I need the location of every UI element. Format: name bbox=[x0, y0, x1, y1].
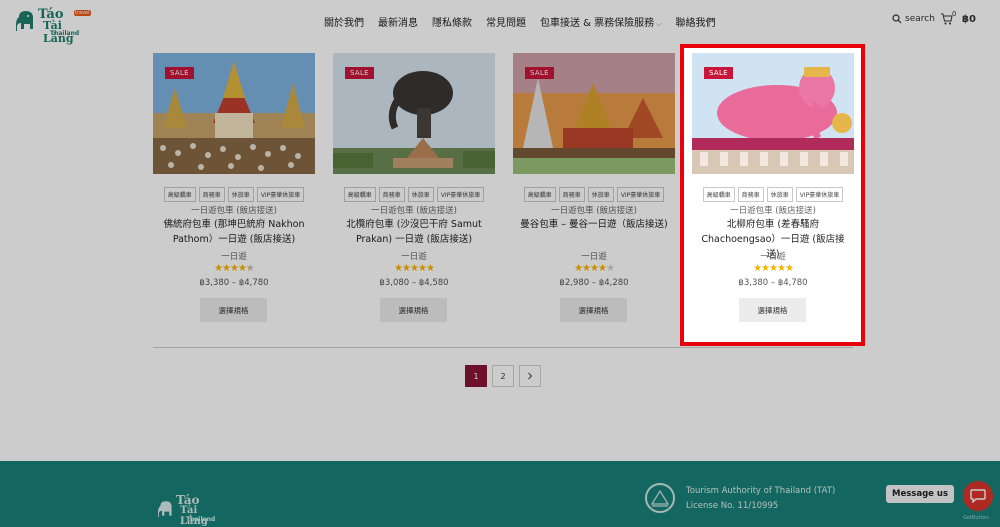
tag-vip-suv: VIP豪華休旅車 bbox=[256, 187, 305, 202]
chevron-right-icon bbox=[528, 372, 533, 380]
tat-license: License No. 11/10995 bbox=[686, 501, 779, 511]
product-category[interactable]: 一日遊包車 (飯店接送) bbox=[333, 204, 495, 216]
tat-seal-icon bbox=[645, 483, 675, 513]
search-label: search bbox=[905, 14, 935, 24]
search-button[interactable]: search bbox=[892, 14, 935, 24]
footer-logo[interactable]: Táo Tài Lắng Thailand bbox=[158, 493, 228, 527]
product-category[interactable]: 一日遊包車 (飯店接送) bbox=[692, 204, 854, 216]
chevron-down-icon: ⌵ bbox=[656, 20, 662, 28]
select-options-button[interactable]: 選擇規格 bbox=[200, 298, 267, 322]
tag-business-van: 商務車 bbox=[378, 187, 405, 202]
tag-business-van: 商務車 bbox=[558, 187, 585, 202]
chat-button[interactable] bbox=[963, 481, 993, 511]
nav-item-news[interactable]: 最新消息 bbox=[378, 14, 418, 29]
product-subtitle: 一日遊 bbox=[401, 252, 427, 262]
nav-item-privacy[interactable]: 隱私條款 bbox=[432, 14, 472, 29]
product-category[interactable]: 一日遊包車 (飯店接送) bbox=[513, 204, 675, 216]
product-title[interactable]: 北欖府包車 (沙沒巴干府 Samut Prakan) 一日遊 (飯店接送) bbox=[339, 217, 489, 247]
product-card[interactable]: SALE 高級轎車 商務車 休旅車 VIP豪華休旅車 一日遊包車 (飯店接送) … bbox=[513, 53, 675, 333]
product-category[interactable]: 一日遊包車 (飯店接送) bbox=[153, 204, 315, 216]
cart-amount: ฿0 bbox=[962, 14, 976, 25]
site-header: Táo travel Tài Lắng Thailand 關於我們 最新消息 隱… bbox=[0, 0, 1000, 45]
logo-text-line3: Thailand bbox=[50, 30, 80, 37]
rating-stars: ★★★★★ bbox=[394, 263, 435, 274]
elephant-logo-icon bbox=[158, 501, 172, 518]
page-1-button[interactable]: 1 bbox=[465, 365, 487, 387]
select-options-button[interactable]: 選擇規格 bbox=[380, 298, 447, 322]
sale-badge: SALE bbox=[345, 67, 374, 79]
tag-suv: 休旅車 bbox=[587, 187, 614, 202]
tag-suv: 休旅車 bbox=[766, 187, 793, 202]
product-subtitle: 一日遊 bbox=[581, 252, 607, 262]
product-image[interactable]: SALE bbox=[153, 53, 315, 174]
tag-vip-suv: VIP豪華休旅車 bbox=[436, 187, 485, 202]
main-nav: 關於我們 最新消息 隱私條款 常見問題 包車接送 & 票務保險服務 ⌵ 聯絡我們 bbox=[324, 14, 729, 29]
product-image[interactable]: SALE bbox=[333, 53, 495, 174]
product-tags: 高級轎車 商務車 休旅車 VIP豪華休旅車 bbox=[333, 187, 495, 202]
product-card-highlighted[interactable]: SALE 高級轎車 商務車 休旅車 VIP豪華休旅車 一日遊包車 (飯店接送) … bbox=[692, 53, 854, 333]
rating-stars: ★★★★★★ bbox=[214, 263, 255, 274]
tag-business-van: 商務車 bbox=[737, 187, 764, 202]
message-us-label[interactable]: Message us bbox=[886, 485, 954, 503]
product-tags: 高級轎車 商務車 休旅車 VIP豪華休旅車 bbox=[153, 187, 315, 202]
page-2-button[interactable]: 2 bbox=[492, 365, 514, 387]
product-subtitle: 一日遊 bbox=[221, 252, 247, 262]
product-tags: 高級轎車 商務車 休旅車 VIP豪華休旅車 bbox=[692, 187, 854, 202]
tag-suv: 休旅車 bbox=[227, 187, 254, 202]
sale-badge: SALE bbox=[525, 67, 554, 79]
tat-name: Tourism Authority of Thailand (TAT) bbox=[686, 486, 836, 496]
tag-sedan: 高級轎車 bbox=[343, 187, 376, 202]
footer-logo-line3: Thailand bbox=[186, 516, 216, 523]
product-title[interactable]: 佛統府包車 (那坤巴統府 Nakhon Pathom）一日遊 (飯店接送) bbox=[159, 217, 309, 247]
dim-overlay-right bbox=[865, 44, 1000, 346]
site-logo[interactable]: Táo travel Tài Lắng Thailand bbox=[16, 5, 91, 45]
product-price: ฿3,080 – ฿4,580 bbox=[379, 278, 449, 288]
nav-item-contact[interactable]: 聯絡我們 bbox=[675, 14, 715, 29]
nav-item-services[interactable]: 包車接送 & 票務保險服務 ⌵ bbox=[540, 14, 661, 29]
tag-vip-suv: VIP豪華休旅車 bbox=[795, 187, 844, 202]
product-price: ฿2,980 – ฿4,280 bbox=[559, 278, 629, 288]
product-image[interactable]: SALE bbox=[513, 53, 675, 174]
next-page-button[interactable] bbox=[519, 365, 541, 387]
product-title[interactable]: 曼谷包車 – 曼谷一日遊（飯店接送) bbox=[519, 217, 669, 232]
select-options-button[interactable]: 選擇規格 bbox=[560, 298, 627, 322]
chat-bubble-icon bbox=[970, 489, 986, 503]
getbutton-credit[interactable]: GetButton bbox=[963, 515, 989, 521]
nav-item-about[interactable]: 關於我們 bbox=[324, 14, 364, 29]
cart-count-badge: 0 bbox=[952, 10, 957, 18]
product-subtitle: 一日遊 bbox=[760, 252, 786, 262]
tag-sedan: 高級轎車 bbox=[523, 187, 556, 202]
logo-badge: travel bbox=[74, 10, 91, 16]
tag-suv: 休旅車 bbox=[407, 187, 434, 202]
product-price: ฿3,380 – ฿4,780 bbox=[738, 278, 808, 288]
tag-sedan: 高級轎車 bbox=[163, 187, 196, 202]
nav-item-services-label: 包車接送 & 票務保險服務 bbox=[540, 18, 655, 29]
rating-stars: ★★★★★ bbox=[753, 263, 794, 274]
rating-stars: ★★★★★ bbox=[574, 263, 615, 274]
product-image[interactable]: SALE bbox=[692, 53, 854, 174]
tag-sedan: 高級轎車 bbox=[702, 187, 735, 202]
content-divider bbox=[153, 347, 853, 348]
sale-badge: SALE bbox=[165, 67, 194, 79]
elephant-logo-icon bbox=[16, 11, 33, 31]
tag-business-van: 商務車 bbox=[198, 187, 225, 202]
select-options-button[interactable]: 選擇規格 bbox=[739, 298, 806, 322]
product-card[interactable]: SALE 高級轎車 商務車 休旅車 VIP豪華休旅車 一日遊包車 (飯店接送) … bbox=[333, 53, 495, 333]
nav-item-faq[interactable]: 常見問題 bbox=[486, 14, 526, 29]
site-footer bbox=[0, 461, 1000, 527]
search-icon bbox=[892, 14, 902, 24]
product-tags: 高級轎車 商務車 休旅車 VIP豪華休旅車 bbox=[513, 187, 675, 202]
sale-badge: SALE bbox=[704, 67, 733, 79]
product-price: ฿3,380 – ฿4,780 bbox=[199, 278, 269, 288]
product-card[interactable]: SALE 高級轎車 商務車 休旅車 VIP豪華休旅車 一日遊包車 (飯店接送) … bbox=[153, 53, 315, 333]
tag-vip-suv: VIP豪華休旅車 bbox=[616, 187, 665, 202]
